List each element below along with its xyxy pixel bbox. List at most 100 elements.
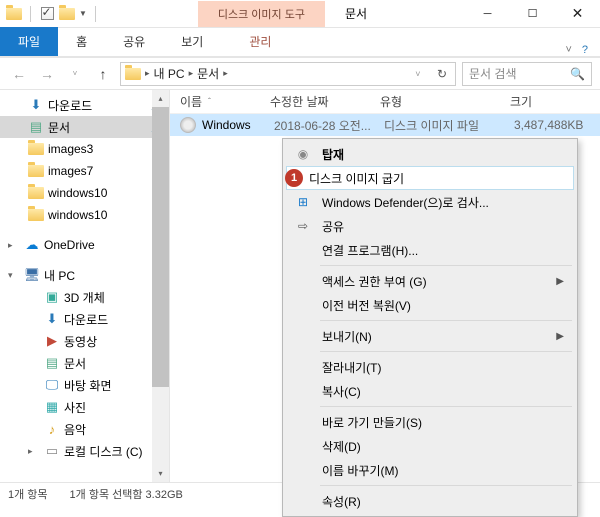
- ctx-restore-previous[interactable]: 이전 버전 복원(V): [286, 293, 574, 317]
- location-icon: [125, 66, 141, 82]
- ctx-label: 이전 버전 복원(V): [322, 297, 574, 314]
- tree-item-folder[interactable]: windows10: [0, 204, 169, 226]
- ctx-cut[interactable]: 잘라내기(T): [286, 355, 574, 379]
- breadcrumb[interactable]: 내 PC: [154, 65, 185, 82]
- address-dropdown-icon[interactable]: ˅: [407, 63, 429, 85]
- tree-item-music[interactable]: ♪음악: [0, 418, 169, 440]
- tab-manage[interactable]: 관리: [221, 27, 299, 56]
- search-input[interactable]: [469, 67, 566, 81]
- ctx-label: 속성(R): [322, 493, 574, 510]
- refresh-icon[interactable]: ↻: [433, 67, 451, 81]
- tab-file[interactable]: 파일: [0, 27, 58, 56]
- scroll-down-icon[interactable]: ▾: [152, 465, 169, 482]
- mount-icon: ◉: [294, 145, 312, 163]
- qat-dropdown-icon[interactable]: ▼: [79, 9, 87, 18]
- chevron-right-icon[interactable]: ▸: [28, 446, 40, 457]
- column-name[interactable]: 이름ˆ: [180, 93, 270, 110]
- tree-label: 바탕 화면: [64, 377, 112, 394]
- tree-item-folder[interactable]: images7: [0, 160, 169, 182]
- tree-item-localdisk[interactable]: ▸▭로컬 디스크 (C): [0, 440, 169, 462]
- ctx-burn-disc-image[interactable]: 1 디스크 이미지 굽기: [286, 166, 574, 190]
- tree-label: 음악: [64, 421, 86, 438]
- tree-item-documents[interactable]: ▤문서: [0, 352, 169, 374]
- tab-share[interactable]: 공유: [105, 27, 163, 56]
- chevron-right-icon[interactable]: ▸: [223, 68, 228, 79]
- pc-icon: 🖥: [24, 267, 40, 283]
- ctx-label: 탑재: [322, 146, 574, 163]
- breadcrumb[interactable]: 문서: [197, 65, 219, 82]
- ctx-copy[interactable]: 복사(C): [286, 379, 574, 403]
- help-icon[interactable]: ?: [582, 44, 588, 56]
- file-name: Windows: [202, 118, 274, 132]
- ctx-label: 연결 프로그램(H)...: [322, 242, 574, 259]
- tree-item-downloads[interactable]: ⬇다운로드📌: [0, 94, 169, 116]
- tree-label: images7: [48, 164, 93, 178]
- search-box[interactable]: 🔍: [462, 62, 592, 86]
- qat-newfolder-icon[interactable]: [59, 6, 75, 22]
- nav-up-button[interactable]: ↑: [92, 63, 114, 85]
- nav-back-button[interactable]: ←: [8, 63, 30, 85]
- chevron-right-icon[interactable]: ▸: [145, 68, 150, 79]
- tree-label: windows10: [48, 186, 107, 200]
- ctx-mount[interactable]: ◉ 탑재: [286, 142, 574, 166]
- tree-item-onedrive[interactable]: ▸☁OneDrive: [0, 234, 169, 256]
- tab-home[interactable]: 홈: [58, 27, 105, 56]
- scroll-up-icon[interactable]: ▴: [152, 90, 169, 107]
- ctx-rename[interactable]: 이름 바꾸기(M): [286, 458, 574, 482]
- ctx-label: 바로 가기 만들기(S): [322, 414, 574, 431]
- folder-icon: [28, 185, 44, 201]
- tree-item-documents[interactable]: ▤문서📌: [0, 116, 169, 138]
- ctx-label: 잘라내기(T): [322, 359, 574, 376]
- videos-icon: ▶: [44, 333, 60, 349]
- file-row[interactable]: Windows 2018-06-28 오전... 디스크 이미지 파일 3,48…: [170, 114, 600, 136]
- qat-properties-icon[interactable]: [39, 6, 55, 22]
- tab-view[interactable]: 보기: [163, 27, 221, 56]
- chevron-right-icon[interactable]: ▸: [8, 240, 20, 251]
- search-icon[interactable]: 🔍: [570, 67, 585, 81]
- tree-item-folder[interactable]: windows10: [0, 182, 169, 204]
- folder-icon: [28, 141, 44, 157]
- tree-item-thispc[interactable]: ▾ 🖥내 PC: [0, 264, 169, 286]
- maximize-button[interactable]: ☐: [510, 0, 555, 27]
- ctx-give-access[interactable]: 액세스 권한 부여 (G) ▶: [286, 269, 574, 293]
- window-title: 문서: [345, 5, 367, 22]
- download-icon: ⬇: [28, 97, 44, 113]
- spacer: [294, 358, 312, 376]
- submenu-arrow-icon: ▶: [556, 276, 574, 287]
- tree-label: 문서: [64, 355, 86, 372]
- address-bar[interactable]: ▸ 내 PC ▸ 문서 ▸ ˅ ↻: [120, 62, 456, 86]
- tree-item-downloads[interactable]: ⬇다운로드: [0, 308, 169, 330]
- spacer: [294, 492, 312, 510]
- tree-label: 내 PC: [44, 267, 75, 284]
- ctx-defender-scan[interactable]: ⊞ Windows Defender(으)로 검사...: [286, 190, 574, 214]
- ctx-send-to[interactable]: 보내기(N) ▶: [286, 324, 574, 348]
- ctx-properties[interactable]: 속성(R): [286, 489, 574, 513]
- ctx-open-with[interactable]: 연결 프로그램(H)...: [286, 238, 574, 262]
- tree-item-desktop[interactable]: 🖵바탕 화면: [0, 374, 169, 396]
- ctx-delete[interactable]: 삭제(D): [286, 434, 574, 458]
- ctx-label: 이름 바꾸기(M): [322, 462, 574, 479]
- ctx-create-shortcut[interactable]: 바로 가기 만들기(S): [286, 410, 574, 434]
- folder-icon: [28, 207, 44, 223]
- column-type[interactable]: 유형: [380, 93, 510, 110]
- tree-item-pictures[interactable]: ▦사진: [0, 396, 169, 418]
- ribbon-expand-icon[interactable]: ˅: [565, 44, 571, 56]
- folder-icon: [28, 163, 44, 179]
- tree-item-videos[interactable]: ▶동영상: [0, 330, 169, 352]
- tree-item-3dobjects[interactable]: ▣3D 개체: [0, 286, 169, 308]
- column-size[interactable]: 크기: [510, 93, 600, 110]
- 3d-icon: ▣: [44, 289, 60, 305]
- chevron-right-icon[interactable]: ▸: [189, 68, 194, 79]
- spacer: [294, 382, 312, 400]
- scroll-thumb[interactable]: [152, 107, 169, 387]
- tree-scrollbar[interactable]: ▴ ▾: [152, 90, 169, 482]
- close-button[interactable]: ✕: [555, 0, 600, 27]
- ctx-share[interactable]: ⇨ 공유: [286, 214, 574, 238]
- separator: [320, 320, 572, 321]
- nav-recent-icon[interactable]: ˅: [64, 63, 86, 85]
- chevron-down-icon[interactable]: ▾: [8, 270, 20, 281]
- column-date[interactable]: 수정한 날짜: [270, 93, 380, 110]
- documents-icon: ▤: [44, 355, 60, 371]
- minimize-button[interactable]: ─: [465, 0, 510, 27]
- tree-item-folder[interactable]: images3: [0, 138, 169, 160]
